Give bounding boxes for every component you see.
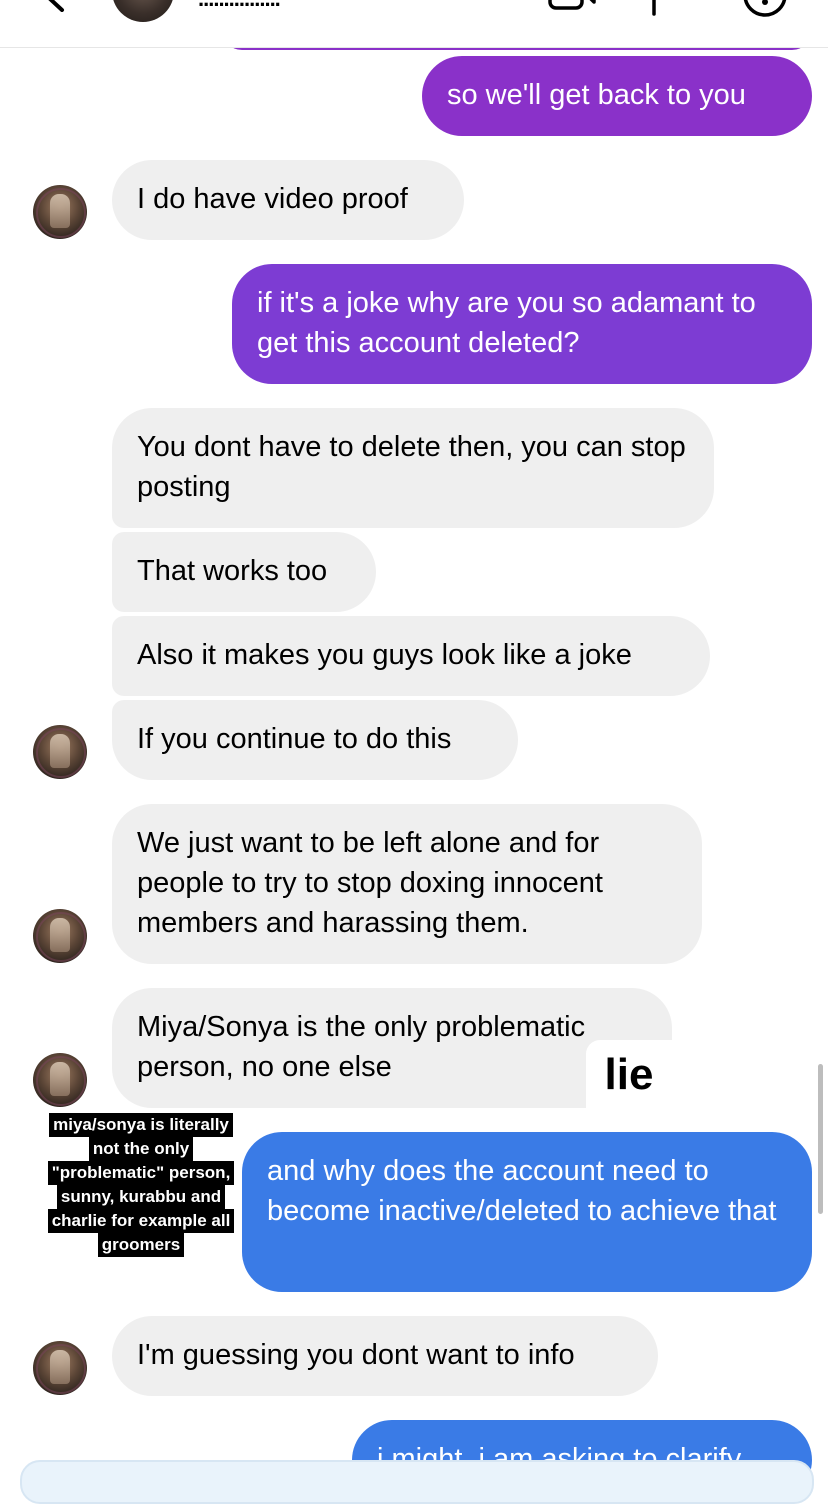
incoming-message[interactable]: You dont have to delete then, you can st… [112, 408, 714, 528]
note-line: not the only [88, 1137, 194, 1161]
message-text: We just want to be left alone and for pe… [137, 827, 603, 939]
contact-name[interactable]: ................ [198, 0, 281, 12]
incoming-message[interactable]: I'm guessing you dont want to info [112, 1316, 658, 1396]
incoming-message[interactable]: If you continue to do this [112, 700, 518, 780]
message-text: and why does the account need to become … [267, 1155, 777, 1227]
note-line: sunny, kurabbu and [56, 1185, 226, 1209]
sender-avatar[interactable] [33, 909, 87, 963]
message-text: I do have video proof [137, 183, 408, 215]
note-line: charlie for example all [47, 1209, 235, 1233]
note-line: "problematic" person, [47, 1161, 235, 1185]
scrollbar[interactable] [818, 1064, 823, 1214]
message-text: Also it makes you guys look like a joke [137, 639, 632, 671]
phone-call-icon[interactable] [640, 0, 670, 16]
sender-avatar[interactable] [33, 1341, 87, 1395]
incoming-message[interactable]: We just want to be left alone and for pe… [112, 804, 702, 964]
note-line: groomers [97, 1233, 185, 1257]
back-arrow-icon[interactable] [40, 0, 70, 12]
chat-header: ................ [0, 0, 828, 48]
contact-avatar[interactable] [112, 0, 174, 22]
incoming-message[interactable]: That works too [112, 532, 376, 612]
message-text: I'm guessing you dont want to info [137, 1339, 575, 1371]
message-text: Miya/Sonya is the only problematic perso… [137, 1011, 586, 1083]
info-icon[interactable] [742, 0, 788, 18]
outgoing-message[interactable]: if it's a joke why are you so adamant to… [232, 264, 812, 384]
message-text: if it's a joke why are you so adamant to… [257, 287, 756, 359]
sender-avatar[interactable] [33, 185, 87, 239]
annotation-note: miya/sonya is literally not the only "pr… [36, 1113, 246, 1257]
incoming-message[interactable]: Also it makes you guys look like a joke [112, 616, 710, 696]
sender-avatar[interactable] [33, 725, 87, 779]
outgoing-message[interactable]: so we'll get back to you [422, 56, 812, 136]
message-text: so we'll get back to you [447, 79, 746, 111]
message-composer[interactable] [20, 1460, 814, 1504]
video-call-icon[interactable] [548, 0, 596, 12]
outgoing-message[interactable]: and why does the account need to become … [242, 1132, 812, 1292]
sender-avatar[interactable] [33, 1053, 87, 1107]
note-line: miya/sonya is literally [49, 1113, 233, 1137]
message-text: You dont have to delete then, you can st… [137, 431, 686, 503]
incoming-message[interactable]: I do have video proof [112, 160, 464, 240]
message-text: If you continue to do this [137, 723, 452, 755]
message-text: That works too [137, 555, 328, 587]
lie-annotation: lie [586, 1040, 672, 1110]
